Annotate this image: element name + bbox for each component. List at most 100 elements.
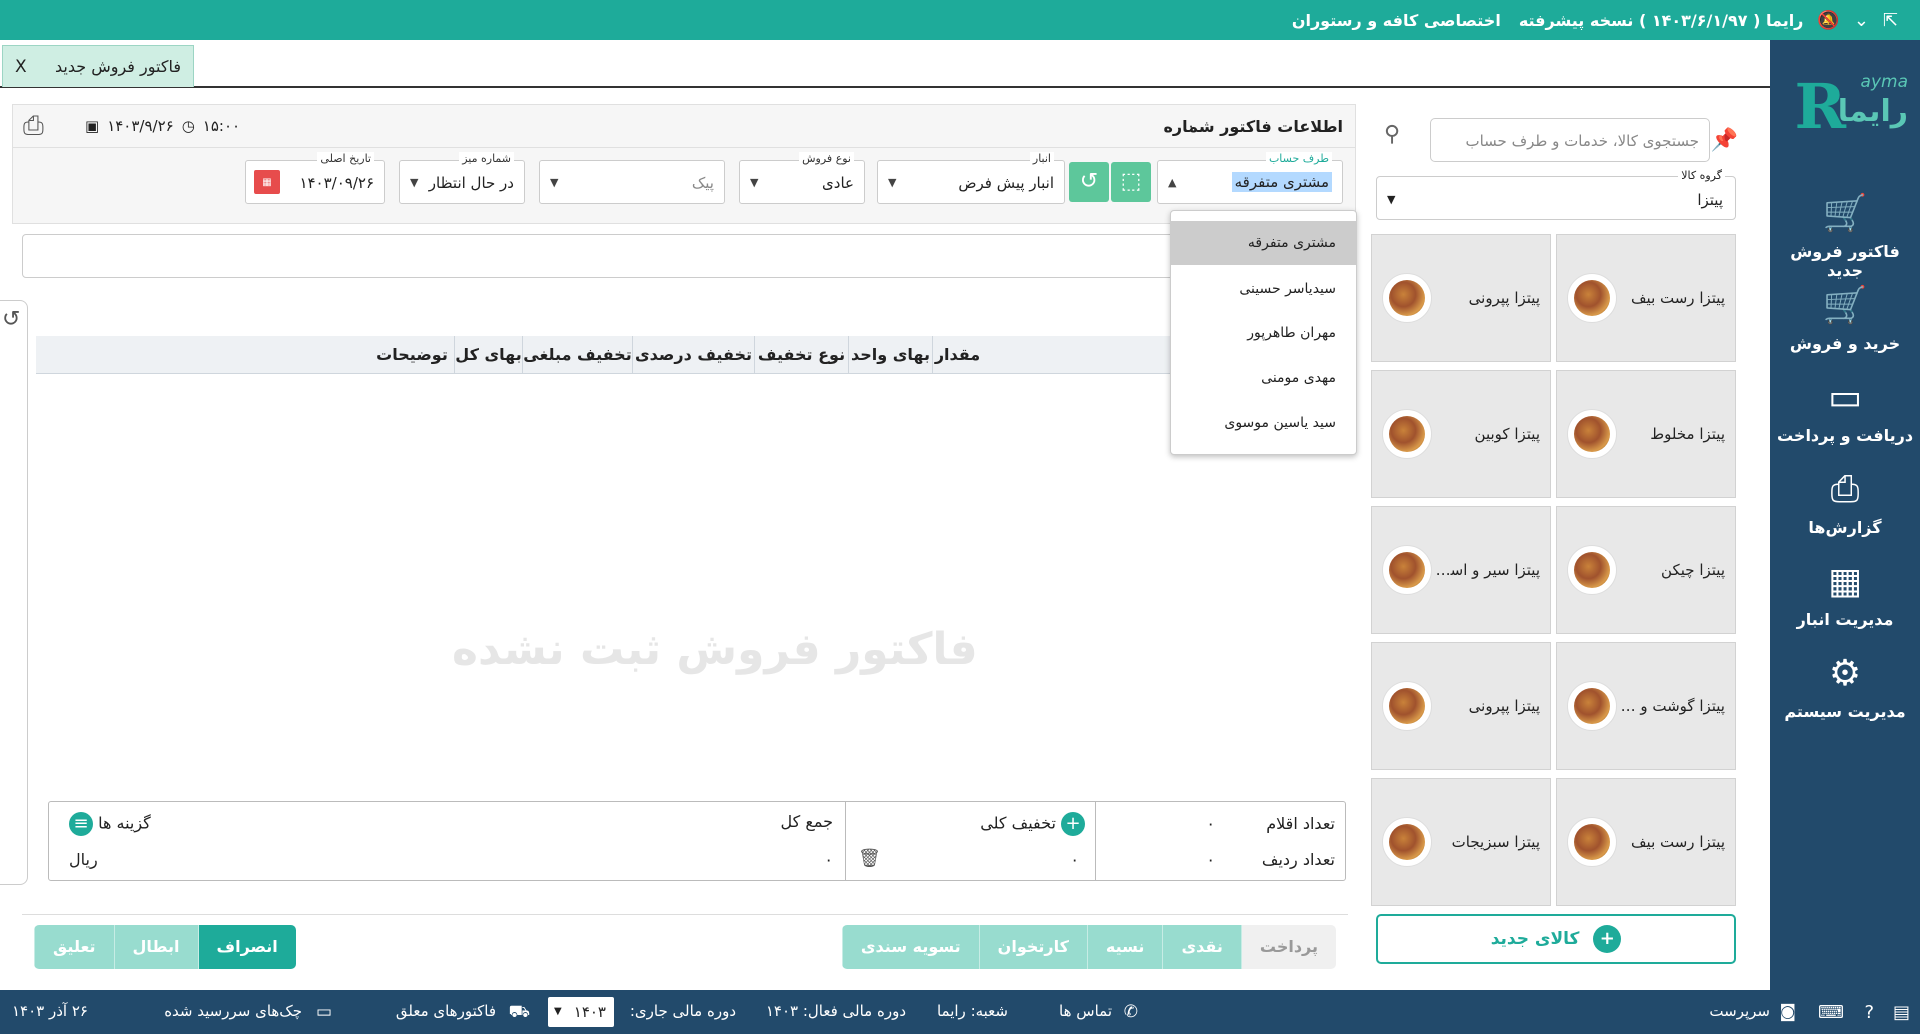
party-select[interactable]: طرف حساب مشتری متفرقه ▲ xyxy=(1157,152,1343,204)
printer-icon: ⎙ xyxy=(1830,469,1860,510)
caret-down-icon: ▼ xyxy=(554,1006,562,1017)
add-discount-button[interactable]: + تخفیف کلی xyxy=(980,812,1085,836)
pizza-image xyxy=(1567,409,1617,459)
column-quantity: مقدار xyxy=(932,336,982,374)
party-dropdown: مشتری متفرقه سیدیاسر حسینی مهران طاهرپور… xyxy=(1170,210,1357,455)
search-icon[interactable]: ⚲ xyxy=(1384,122,1400,147)
product-card[interactable]: پیتزا رست بیف xyxy=(1556,234,1736,362)
warehouse-select[interactable]: انبار انبار پیش فرض ▼ xyxy=(877,152,1065,204)
product-card[interactable]: پیتزا پپرونی xyxy=(1371,234,1551,362)
keyboard-icon[interactable]: ⌨ xyxy=(1818,1002,1844,1023)
invoice-time[interactable]: ۱۵:۰۰ xyxy=(203,117,240,135)
status-bar: ▤ ? ⌨ ◙ سرپرست ✆ تماس ها شعبه: رایما دور… xyxy=(0,990,1920,1034)
suspended-invoices-link[interactable]: فاکتورهای معلق xyxy=(396,1002,496,1020)
product-card[interactable]: پیتزا چیکن xyxy=(1556,506,1736,634)
column-discount-type: نوع تخفیف xyxy=(754,336,848,374)
sidebar: R ayma رایما 🛒 فاکتور فروش جدید 🛒 خرید و… xyxy=(1770,40,1920,990)
pin-icon[interactable]: 📌 xyxy=(1711,128,1738,153)
product-card[interactable]: پیتزا کوبین xyxy=(1371,370,1551,498)
column-unit-price: بهای واحد xyxy=(848,336,932,374)
select-area-button[interactable]: ⬚ xyxy=(1111,162,1151,202)
collapse-icon[interactable]: ⇱ xyxy=(1883,10,1898,31)
sidebar-item-buy-sell[interactable]: 🛒 خرید و فروش xyxy=(1770,282,1920,382)
pizza-image xyxy=(1382,409,1432,459)
product-group-value: پیتزا xyxy=(1697,191,1723,209)
trash-icon[interactable]: 🗑 xyxy=(858,848,881,869)
empty-invoice-message: فاکتور فروش ثبت نشده xyxy=(452,624,978,675)
current-period-label: دوره مالی جاری: xyxy=(629,1002,736,1020)
currency-label: ریال xyxy=(69,850,98,869)
dropdown-option[interactable]: سیدیاسر حسینی xyxy=(1171,267,1356,311)
product-card[interactable]: پیتزا پپرونی xyxy=(1371,642,1551,770)
contacts-link[interactable]: تماس ها xyxy=(1059,1002,1112,1020)
branch-label: شعبه: رایما xyxy=(936,1002,1008,1020)
product-card[interactable]: پیتزا سیر و استیک xyxy=(1371,506,1551,634)
product-card[interactable]: پیتزا مخلوط xyxy=(1556,370,1736,498)
original-date-label: تاریخ اصلی xyxy=(317,152,374,165)
sidebar-item-payments[interactable]: ▭ دریافت و پرداخت xyxy=(1770,374,1920,474)
card-reader-button[interactable]: کارتخوان xyxy=(978,925,1087,969)
description-input[interactable] xyxy=(22,234,1348,278)
product-name: پیتزا سیر و استیک xyxy=(1432,561,1540,579)
phone-icon[interactable]: ✆ xyxy=(1124,1002,1138,1022)
printer-icon[interactable]: ⎙ xyxy=(23,111,44,142)
sidebar-item-new-invoice[interactable]: 🛒 فاکتور فروش جدید xyxy=(1770,190,1920,290)
dropdown-option[interactable]: سید یاسین موسوی xyxy=(1171,401,1356,445)
notifications-off-icon[interactable]: 🔕 xyxy=(1817,10,1839,31)
tab-new-sales-invoice[interactable]: فاکتور فروش جدید X xyxy=(2,45,194,87)
tab-label: فاکتور فروش جدید xyxy=(54,57,181,76)
column-percent-discount: تخفیف درصدی xyxy=(632,336,754,374)
suspend-button[interactable]: تعلیق xyxy=(34,925,114,969)
film-icon[interactable]: ▤ xyxy=(1893,1002,1910,1023)
sidebar-item-label: فاکتور فروش جدید xyxy=(1790,242,1900,280)
original-date-field[interactable]: تاریخ اصلی ۱۴۰۳/۰۹/۲۶ ▦ xyxy=(245,152,385,204)
cash-button[interactable]: نقدی xyxy=(1162,925,1241,969)
logo-latin: ayma xyxy=(1860,72,1908,92)
new-product-button[interactable]: + کالای جدید xyxy=(1376,914,1736,964)
product-card[interactable]: پیتزا رست بیف xyxy=(1556,778,1736,906)
app-subtitle: اختصاصی کافه و رستوران xyxy=(1291,10,1501,30)
pay-button[interactable]: پرداخت xyxy=(1240,925,1336,969)
close-icon[interactable]: X xyxy=(15,57,27,77)
document-settlement-button[interactable]: تسویه سندی xyxy=(841,925,979,969)
void-button[interactable]: ابطال xyxy=(113,925,198,969)
credit-button[interactable]: نسیه xyxy=(1086,925,1163,969)
new-product-label: کالای جدید xyxy=(1490,929,1580,949)
calendar-icon[interactable]: ▦ xyxy=(254,170,280,194)
sidebar-item-warehouse[interactable]: ▦ مدیریت انبار xyxy=(1770,558,1920,658)
product-group-select[interactable]: گروه کالا پیتزا ▼ xyxy=(1376,169,1736,220)
invoice-date[interactable]: ۱۴۰۳/۹/۲۶ xyxy=(107,117,174,135)
status-date: ۲۶ آذر ۱۴۰۳ xyxy=(12,1002,88,1020)
product-name: پیتزا چیکن xyxy=(1661,561,1725,579)
calendar-small-icon: ▣ xyxy=(85,117,100,135)
cancel-button[interactable]: انصراف xyxy=(197,925,296,969)
sale-type-select[interactable]: نوع فروش عادی ▼ xyxy=(739,152,865,204)
caret-down-icon: ▼ xyxy=(410,176,419,189)
app-title: رایما ( ۱۴۰۳/۶/۱/۹۷ ) نسخه پیشرفته xyxy=(1518,10,1804,30)
history-button[interactable]: ↺ xyxy=(1069,162,1109,202)
dropdown-option[interactable]: مهدی مومنی xyxy=(1171,356,1356,400)
product-card[interactable]: پیتزا سبزیجات xyxy=(1371,778,1551,906)
options-button[interactable]: گزینه ها ≡ xyxy=(69,812,151,836)
logo-fa: رایما xyxy=(1837,94,1908,129)
column-total-price: بهای کل xyxy=(454,336,522,374)
product-card[interactable]: پیتزا گوشت و قارچ xyxy=(1556,642,1736,770)
pizza-image xyxy=(1567,817,1617,867)
chevron-down-icon[interactable]: ⌄ xyxy=(1854,10,1869,31)
plus-icon: + xyxy=(1593,925,1622,953)
table-number-select[interactable]: شماره میز در حال انتظار ▼ xyxy=(399,152,525,204)
table-number-value: در حال انتظار xyxy=(428,174,514,192)
courier-select[interactable]: پیک ▼ xyxy=(539,160,725,204)
invoice-actions: انصراف ابطال تعلیق xyxy=(34,925,296,969)
sidebar-item-system[interactable]: ⚙ مدیریت سیستم xyxy=(1770,650,1920,750)
due-cheques-link[interactable]: چک‌های سررسید شده xyxy=(164,1002,302,1020)
sidebar-item-label: گزارش‌ها xyxy=(1808,518,1882,537)
dropdown-option[interactable]: مهران طاهرپور xyxy=(1171,311,1356,355)
sidebar-item-reports[interactable]: ⎙ گزارش‌ها xyxy=(1770,466,1920,566)
history-icon: ↺ xyxy=(1079,169,1099,194)
search-input[interactable]: جستجوی کالا، خدمات و طرف حساب xyxy=(1430,118,1710,162)
fiscal-year-select[interactable]: ۱۴۰۳ ▼ xyxy=(548,997,614,1027)
pizza-image xyxy=(1382,817,1432,867)
dropdown-option[interactable]: مشتری متفرقه xyxy=(1171,221,1356,265)
help-icon[interactable]: ? xyxy=(1864,1002,1874,1023)
